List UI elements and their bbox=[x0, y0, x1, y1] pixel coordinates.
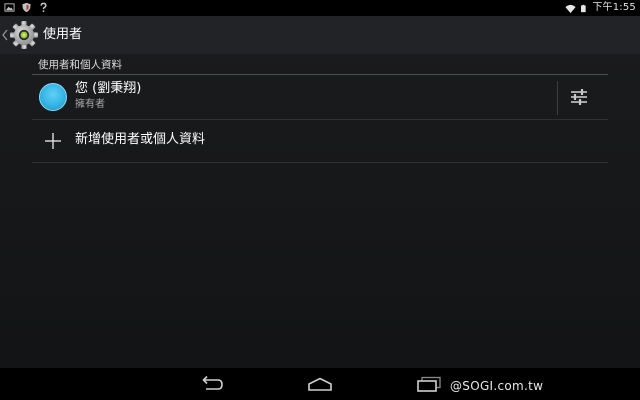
picture-icon bbox=[4, 3, 15, 12]
avatar bbox=[39, 83, 67, 111]
question-icon bbox=[40, 2, 47, 13]
back-icon[interactable] bbox=[199, 375, 225, 393]
status-bar: 下午1:55 bbox=[0, 0, 640, 16]
wifi-icon bbox=[565, 4, 576, 13]
status-notifications bbox=[4, 2, 49, 13]
plus-icon bbox=[45, 133, 61, 149]
shield-icon bbox=[22, 2, 31, 13]
row-divider bbox=[32, 162, 608, 163]
add-user-label: 新增使用者或個人資料 bbox=[75, 132, 206, 147]
section-header: 使用者和個人資料 bbox=[38, 59, 122, 71]
user-role: 擁有者 bbox=[75, 99, 105, 110]
user-settings-icon[interactable] bbox=[564, 82, 594, 112]
navigation-bar: @SOGI.com.tw bbox=[0, 368, 640, 400]
home-icon[interactable] bbox=[306, 376, 334, 392]
screen: 下午1:55 使用者 使用者和個人資料 您 (劉秉翔) 擁有者 新增使用者或個人… bbox=[0, 0, 640, 400]
recent-apps-icon[interactable] bbox=[416, 376, 442, 392]
settings-gear-icon[interactable] bbox=[9, 20, 39, 50]
action-bar: 使用者 bbox=[0, 16, 640, 54]
page-title: 使用者 bbox=[43, 27, 83, 42]
up-caret-icon[interactable] bbox=[2, 29, 8, 41]
user-row-owner[interactable]: 您 (劉秉翔) 擁有者 bbox=[32, 75, 608, 119]
row-separator bbox=[557, 81, 558, 115]
status-system: 下午1:55 bbox=[565, 2, 636, 14]
status-time: 下午1:55 bbox=[592, 2, 636, 13]
watermark: @SOGI.com.tw bbox=[450, 379, 544, 393]
add-user-button[interactable]: 新增使用者或個人資料 bbox=[32, 120, 608, 162]
user-name: 您 (劉秉翔) bbox=[75, 81, 142, 96]
battery-icon bbox=[581, 4, 587, 12]
